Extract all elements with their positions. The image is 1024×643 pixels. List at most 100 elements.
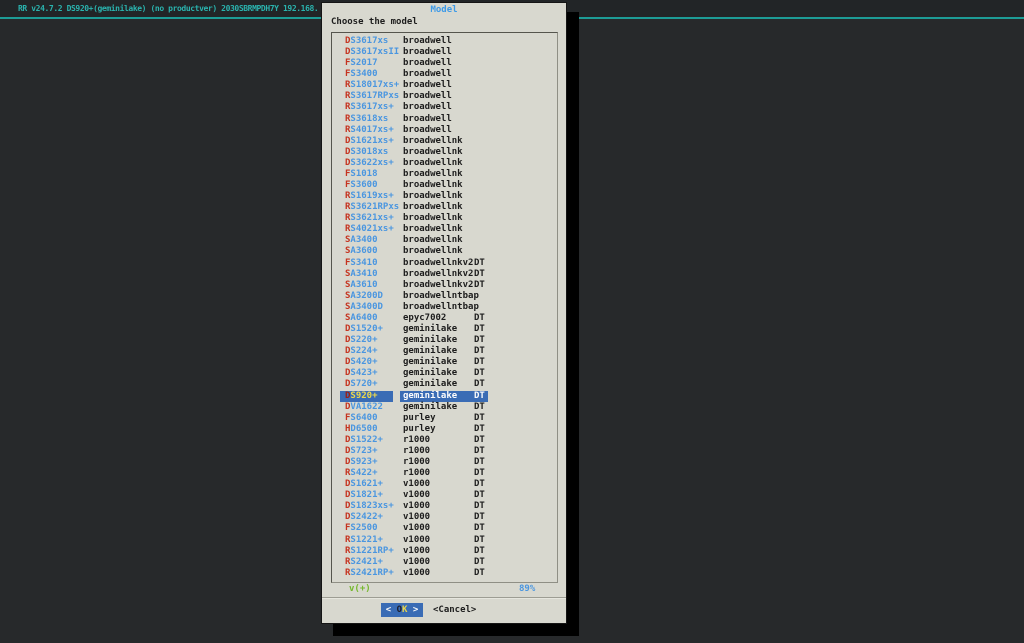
list-item[interactable]: RS2421RP+ v1000 DT [332, 568, 557, 579]
list-item[interactable]: RS3618xs broadwell [332, 114, 557, 125]
list-item[interactable]: DS1821+ v1000 DT [332, 490, 557, 501]
list-item[interactable]: DS720+ geminilake DT [332, 379, 557, 390]
model-name: RS4017xs+ [340, 125, 394, 136]
list-item[interactable]: FS6400 purley DT [332, 413, 557, 424]
list-item[interactable]: RS3621RPxs broadwellnk [332, 202, 557, 213]
list-item[interactable]: RS2421+ v1000 DT [332, 557, 557, 568]
model-name-rest: S2421+ [350, 556, 383, 567]
model-description: v1000 DT [400, 501, 550, 512]
model-description: broadwellnk [400, 224, 550, 235]
model-description: broadwellnk [400, 158, 550, 169]
list-item[interactable]: DS224+ geminilake DT [332, 346, 557, 357]
list-item[interactable]: DS3622xs+ broadwellnk [332, 158, 557, 169]
list-item[interactable]: DS723+ r1000 DT [332, 446, 557, 457]
list-item[interactable]: FS1018 broadwellnk [332, 169, 557, 180]
model-arch: v1000 [403, 534, 431, 545]
status-bar-text: RR v24.7.2 DS920+(geminilake) (no produc… [18, 4, 319, 13]
list-item[interactable]: RS4017xs+ broadwell [332, 125, 557, 136]
list-item[interactable]: DS2422+ v1000 DT [332, 512, 557, 523]
model-dt-flag: DT [474, 401, 485, 412]
model-dt-flag: DT [474, 456, 485, 467]
model-dt-flag: DT [474, 501, 485, 512]
model-description: v1000 DT [400, 490, 550, 501]
list-item[interactable]: SA3410 broadwellnkv2 DT [332, 269, 557, 280]
model-name-rest: S3617xs [350, 36, 389, 46]
scroll-down-indicator: v(+) [349, 584, 371, 594]
model-description: r1000 DT [400, 446, 550, 457]
list-item[interactable]: DS920+ geminilake DT [332, 390, 557, 402]
model-name: RS1619xs+ [340, 191, 394, 202]
model-arch: broadwellnk [403, 213, 463, 224]
model-description: broadwellnk [400, 213, 550, 224]
list-item[interactable]: DS1522+ r1000 DT [332, 435, 557, 446]
list-item[interactable]: DS3018xs broadwellnk [332, 147, 557, 158]
model-name-rest: S3621RPxs [350, 202, 400, 213]
model-description: geminilake DT [400, 357, 550, 368]
list-item[interactable]: FS3600 broadwellnk [332, 180, 557, 191]
model-description: geminilake DT [400, 324, 550, 335]
model-dt-flag: DT [474, 368, 485, 379]
list-item[interactable]: DS3617xsII broadwell [332, 47, 557, 58]
list-item[interactable]: DS3617xs broadwell [332, 36, 557, 47]
list-item[interactable]: DS420+ geminilake DT [332, 357, 557, 368]
ok-button[interactable]: < OK > [381, 603, 423, 617]
model-arch: broadwellnk [403, 168, 463, 179]
model-list: DS3617xs broadwell DS3617xsII broadwell FS20… [332, 36, 557, 579]
list-item[interactable]: DS1621xs+ broadwellnk [332, 136, 557, 147]
list-item[interactable]: FS3400 broadwell [332, 69, 557, 80]
list-item[interactable]: RS3617RPxs broadwell [332, 91, 557, 102]
model-arch: broadwell [403, 47, 452, 58]
model-name-rest: S3400 [350, 69, 378, 80]
model-description: broadwellnkv2 DT [400, 269, 550, 280]
list-item[interactable]: RS18017xs+ broadwell [332, 80, 557, 91]
cancel-button[interactable]: <Cancel> [433, 603, 476, 617]
list-item[interactable]: FS2500 v1000 DT [332, 523, 557, 534]
list-item[interactable]: DS423+ geminilake DT [332, 368, 557, 379]
list-item[interactable]: DS220+ geminilake DT [332, 335, 557, 346]
ok-button-suffix: > [407, 605, 419, 615]
model-description: broadwellnk [400, 235, 550, 246]
list-item[interactable]: SA6400 epyc7002 DT [332, 313, 557, 324]
model-name-rest: S6400 [350, 412, 378, 423]
model-name-rest: S3618xs [350, 113, 389, 124]
list-item[interactable]: RS1221RP+ v1000 DT [332, 546, 557, 557]
list-item[interactable]: SA3400D broadwellntbap [332, 302, 557, 313]
model-description: broadwell [400, 91, 550, 102]
list-item[interactable]: RS3621xs+ broadwellnk [332, 213, 557, 224]
list-item[interactable]: SA3400 broadwellnk [332, 235, 557, 246]
model-description: v1000 DT [400, 535, 550, 546]
model-description: broadwellntbap [400, 291, 550, 302]
model-arch: broadwell [403, 36, 452, 46]
model-name-rest: S1221RP+ [350, 545, 394, 556]
model-description: r1000 DT [400, 435, 550, 446]
list-item[interactable]: SA3610 broadwellnkv2 DT [332, 280, 557, 291]
list-item[interactable]: RS4021xs+ broadwellnk [332, 224, 557, 235]
model-arch: broadwellnk [403, 202, 463, 213]
list-item[interactable]: DS1823xs+ v1000 DT [332, 501, 557, 512]
model-dt-flag: DT [474, 257, 485, 268]
list-item[interactable]: DVA1622 geminilake DT [332, 402, 557, 413]
list-item[interactable]: FS2017 broadwell [332, 58, 557, 69]
list-item[interactable]: SA3200D broadwellntbap [332, 291, 557, 302]
list-item[interactable]: DS1621+ v1000 DT [332, 479, 557, 490]
list-item[interactable]: DS1520+ geminilake DT [332, 324, 557, 335]
model-dt-flag: DT [474, 390, 485, 401]
list-item[interactable]: DS923+ r1000 DT [332, 457, 557, 468]
model-description: broadwell [400, 36, 550, 47]
model-name: SA3410 [340, 269, 393, 280]
list-item[interactable]: FS3410 broadwellnkv2 DT [332, 258, 557, 269]
list-item[interactable]: RS1221+ v1000 DT [332, 535, 557, 546]
list-item[interactable]: RS422+ r1000 DT [332, 468, 557, 479]
list-item[interactable]: SA3600 broadwellnk [332, 246, 557, 257]
model-arch: r1000 [403, 456, 431, 467]
list-item[interactable]: RS3617xs+ broadwell [332, 102, 557, 113]
model-name: DS1621+ [340, 479, 393, 490]
model-name: RS3618xs [340, 114, 393, 125]
model-list-box[interactable]: DS3617xs broadwell DS3617xsII broadwell FS20… [331, 32, 558, 583]
model-name-rest: S1221+ [350, 534, 383, 545]
model-name-rest: A3610 [350, 279, 378, 290]
button-separator [322, 597, 566, 599]
list-item[interactable]: HD6500 purley DT [332, 424, 557, 435]
model-description: r1000 DT [400, 468, 550, 479]
list-item[interactable]: RS1619xs+ broadwellnk [332, 191, 557, 202]
